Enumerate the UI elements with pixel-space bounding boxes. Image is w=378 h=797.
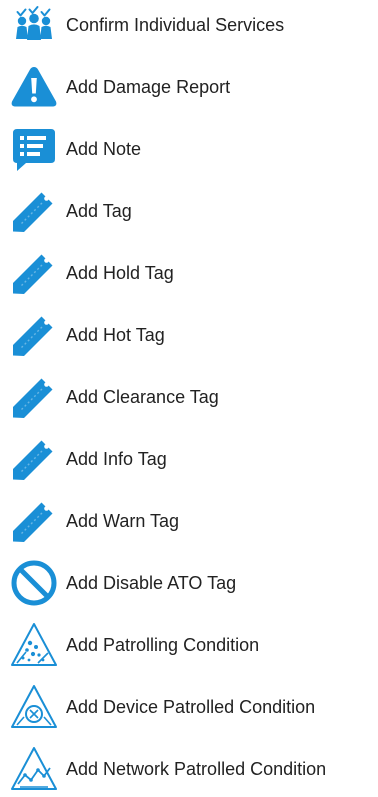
network-patrolled-triangle-icon xyxy=(8,743,60,795)
tag-icon xyxy=(8,371,60,423)
menu-item-label: Add Patrolling Condition xyxy=(66,635,260,655)
menu-item-label: Add Hot Tag xyxy=(66,325,165,345)
menu-item-label: Add Device Patrolled Condition xyxy=(66,697,316,717)
menu-item-add-device-patrolled-condition[interactable]: Add Device Patrolled Condition xyxy=(8,679,374,735)
menu-item-confirm-individual-services[interactable]: Confirm Individual Services xyxy=(8,0,374,53)
menu-item-label: Add Hold Tag xyxy=(66,263,174,283)
tag-icon xyxy=(8,433,60,485)
menu-item-label: Add Note xyxy=(66,139,142,159)
menu-item-add-hold-tag[interactable]: Add Hold Tag xyxy=(8,245,374,301)
menu-item-label: Confirm Individual Services xyxy=(66,15,285,35)
patrolling-triangle-icon xyxy=(8,619,60,671)
menu-item-add-clearance-tag[interactable]: Add Clearance Tag xyxy=(8,369,374,425)
warning-triangle-icon xyxy=(8,61,60,113)
device-patrolled-triangle-icon xyxy=(8,681,60,733)
menu-item-add-note[interactable]: Add Note xyxy=(8,121,374,177)
menu-item-add-network-patrolled-condition[interactable]: Add Network Patrolled Condition xyxy=(8,741,374,797)
menu-item-label: Add Tag xyxy=(66,201,132,221)
menu-item-add-hot-tag[interactable]: Add Hot Tag xyxy=(8,307,374,363)
menu-item-label: Add Clearance Tag xyxy=(66,387,219,407)
menu-item-label: Add Network Patrolled Condition xyxy=(66,759,327,779)
tag-icon xyxy=(8,247,60,299)
tag-icon xyxy=(8,309,60,361)
menu-item-add-info-tag[interactable]: Add Info Tag xyxy=(8,431,374,487)
menu-item-label: Add Warn Tag xyxy=(66,511,180,531)
menu-item-add-damage-report[interactable]: Add Damage Report xyxy=(8,59,374,115)
menu-item-add-warn-tag[interactable]: Add Warn Tag xyxy=(8,493,374,549)
note-speech-bubble-icon xyxy=(8,123,60,175)
menu-item-add-tag[interactable]: Add Tag xyxy=(8,183,374,239)
people-group-icon xyxy=(8,0,60,51)
menu-item-add-disable-ato-tag[interactable]: Add Disable ATO Tag xyxy=(8,555,374,611)
menu-item-label: Add Info Tag xyxy=(66,449,167,469)
menu-item-label: Add Disable ATO Tag xyxy=(66,573,237,593)
tag-icon xyxy=(8,185,60,237)
menu-item-label: Add Damage Report xyxy=(66,77,231,97)
prohibited-circle-icon xyxy=(8,557,60,609)
menu-item-add-patrolling-condition[interactable]: Add Patrolling Condition xyxy=(8,617,374,673)
tag-icon xyxy=(8,495,60,547)
